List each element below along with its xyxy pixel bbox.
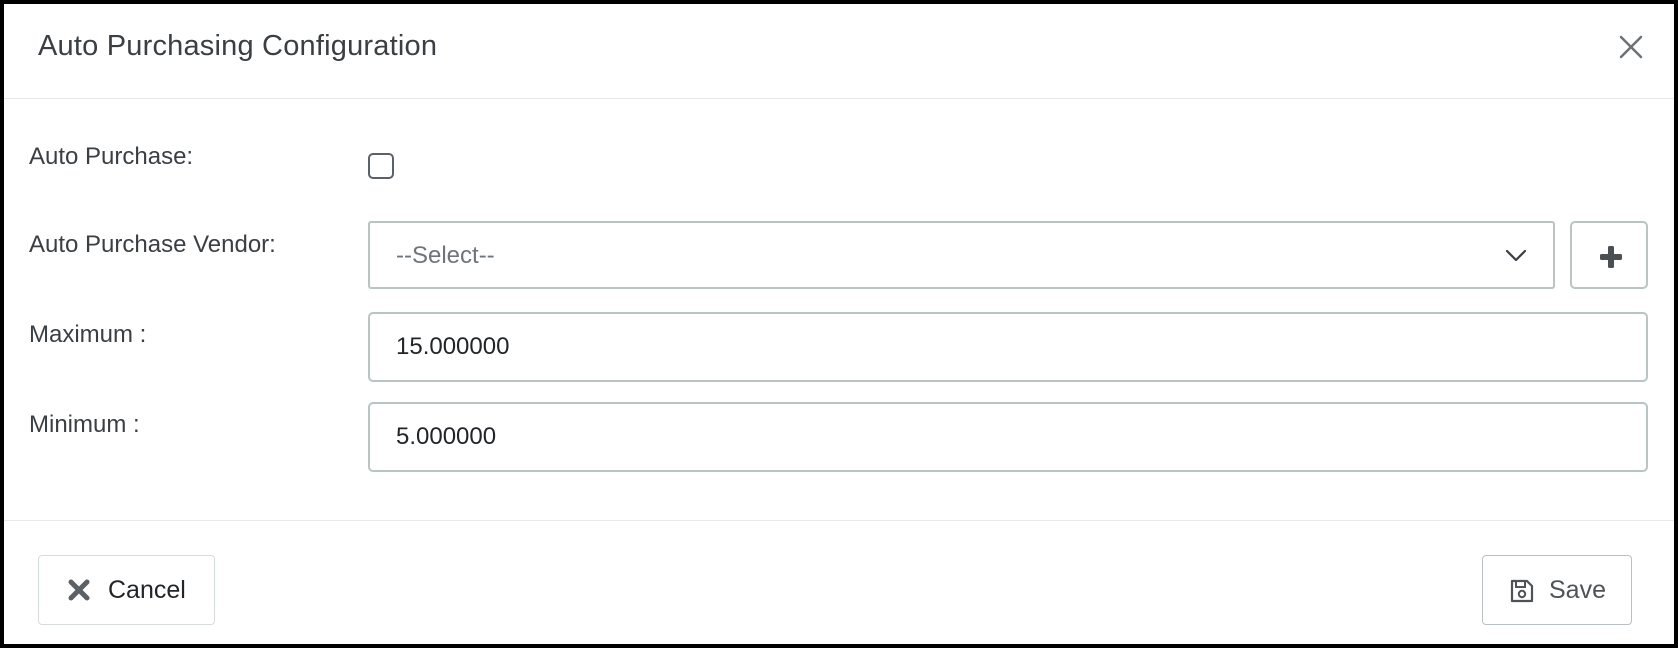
maximum-label: Maximum : xyxy=(29,321,147,348)
add-vendor-button[interactable] xyxy=(1570,221,1648,289)
minimum-label: Minimum : xyxy=(29,411,140,438)
auto-purchasing-dialog: Auto Purchasing Configuration Auto Purch… xyxy=(4,4,1674,644)
dialog-footer: Cancel Save xyxy=(4,520,1674,644)
chevron-down-icon xyxy=(1505,249,1527,262)
minimum-input[interactable] xyxy=(368,402,1648,472)
save-button-label: Save xyxy=(1549,576,1606,604)
auto-purchase-checkbox[interactable] xyxy=(368,153,394,179)
dialog-header: Auto Purchasing Configuration xyxy=(4,4,1674,99)
times-icon xyxy=(68,579,90,601)
vendor-select-value: --Select-- xyxy=(396,242,495,269)
vendor-select[interactable]: --Select-- xyxy=(368,221,1555,289)
maximum-input[interactable] xyxy=(368,312,1648,382)
cancel-button[interactable]: Cancel xyxy=(38,555,215,625)
floppy-disk-icon xyxy=(1510,579,1534,603)
cancel-button-label: Cancel xyxy=(108,576,186,604)
dialog-title: Auto Purchasing Configuration xyxy=(38,30,438,62)
close-button[interactable] xyxy=(1616,32,1646,62)
auto-purchase-vendor-label: Auto Purchase Vendor: xyxy=(29,231,276,258)
auto-purchase-label: Auto Purchase: xyxy=(29,143,194,170)
save-button[interactable]: Save xyxy=(1482,555,1632,625)
plus-icon xyxy=(1600,246,1622,268)
close-icon xyxy=(1619,35,1643,59)
